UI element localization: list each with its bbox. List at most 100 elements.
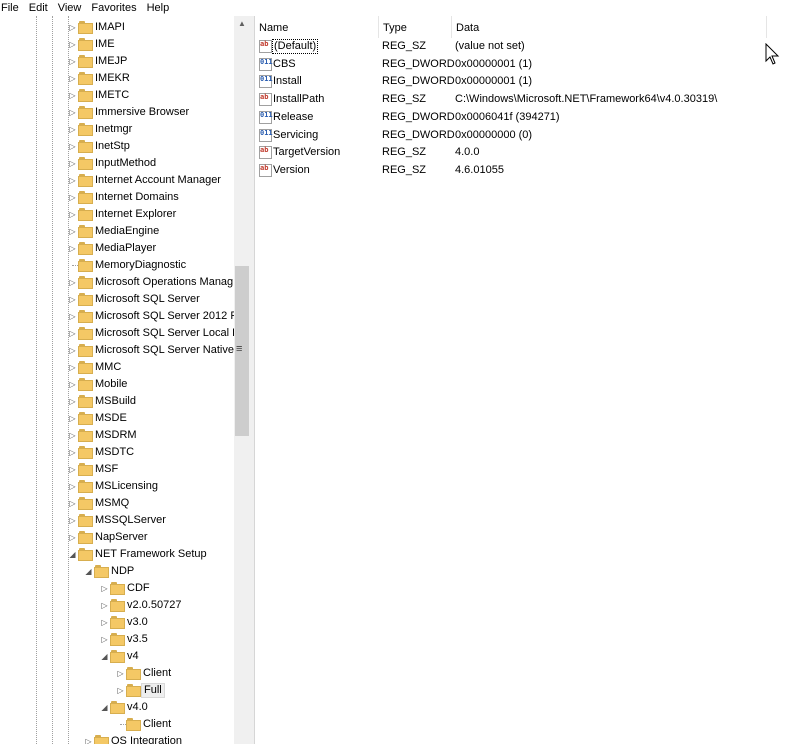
expand-arrow-icon[interactable]: ▷ xyxy=(68,226,77,237)
tree-item[interactable]: ▷ Mobile xyxy=(0,376,234,393)
menu-view[interactable]: View xyxy=(53,0,87,16)
tree-item[interactable]: ▷ Microsoft SQL Server 2012 R xyxy=(0,308,234,325)
column-header-data[interactable]: Data xyxy=(452,16,767,38)
expand-arrow-icon[interactable]: ▷ xyxy=(68,362,77,373)
tree-item[interactable]: ▷ Microsoft SQL Server Native ( xyxy=(0,342,234,359)
tree-item[interactable]: ▷ Internet Domains xyxy=(0,189,234,206)
value-row[interactable]: 011 Release REG_DWORD 0x0006041f (394271) xyxy=(255,109,795,126)
tree-item[interactable]: ▷ MSLicensing xyxy=(0,478,234,495)
tree-item[interactable]: ▷ v3.0 xyxy=(0,614,234,631)
expand-arrow-icon[interactable]: ▷ xyxy=(68,515,77,526)
tree-item[interactable]: ▷ Inetmgr xyxy=(0,121,234,138)
expand-arrow-icon[interactable]: ▷ xyxy=(68,277,77,288)
expand-arrow-icon[interactable]: ▷ xyxy=(116,685,125,696)
expand-arrow-icon[interactable]: ▷ xyxy=(68,158,77,169)
tree-item[interactable]: ▷ MMC xyxy=(0,359,234,376)
expand-arrow-icon[interactable]: ▷ xyxy=(68,464,77,475)
tree-item[interactable]: ▷ IME xyxy=(0,36,234,53)
tree-item[interactable]: ▷ MSF xyxy=(0,461,234,478)
menu-help[interactable]: Help xyxy=(142,0,175,16)
value-row[interactable]: 011 CBS REG_DWORD 0x00000001 (1) xyxy=(255,56,795,73)
tree-item[interactable]: ◢ v4 xyxy=(0,648,234,665)
expand-arrow-icon[interactable]: ▷ xyxy=(100,583,109,594)
tree-item[interactable]: ◢ NDP xyxy=(0,563,234,580)
value-row[interactable]: ab Version REG_SZ 4.6.01055 xyxy=(255,162,795,179)
tree-item[interactable]: ▷ v3.5 xyxy=(0,631,234,648)
tree-item[interactable]: ▷ Client xyxy=(0,665,234,682)
tree-item[interactable]: ▷ IMETC xyxy=(0,87,234,104)
value-row[interactable]: ab TargetVersion REG_SZ 4.0.0 xyxy=(255,144,795,161)
expand-arrow-icon[interactable]: ▷ xyxy=(68,141,77,152)
values-list[interactable]: Name Type Data ab (Default) REG_SZ (value n… xyxy=(254,16,800,744)
tree-item[interactable]: MemoryDiagnostic xyxy=(0,257,234,274)
tree-item[interactable]: Client xyxy=(0,716,234,733)
tree-item[interactable]: ▷ Internet Account Manager xyxy=(0,172,234,189)
tree-item[interactable]: ▷ Immersive Browser xyxy=(0,104,234,121)
value-row[interactable]: ab InstallPath REG_SZ C:\Windows\Microsoft.… xyxy=(255,91,795,108)
expand-arrow-icon[interactable]: ▷ xyxy=(68,124,77,135)
expand-arrow-icon[interactable]: ▷ xyxy=(68,498,77,509)
tree-item[interactable]: ▷ CDF xyxy=(0,580,234,597)
expand-arrow-icon[interactable]: ▷ xyxy=(68,328,77,339)
tree-item[interactable]: ▷ MSMQ xyxy=(0,495,234,512)
scroll-up-arrow-icon[interactable]: ▲ xyxy=(234,16,250,32)
expand-arrow-icon[interactable]: ▷ xyxy=(68,379,77,390)
tree-item[interactable]: ◢ v4.0 xyxy=(0,699,234,716)
expand-arrow-icon[interactable]: ▷ xyxy=(68,107,77,118)
registry-tree[interactable]: ▷ IMAPI ▷ IME ▷ IMEJP ▷ IMEKR ▷ IMETC ▷ Immersive B… xyxy=(0,16,234,744)
tree-item[interactable]: ▷ InetStp xyxy=(0,138,234,155)
tree-item[interactable]: ▷ NapServer xyxy=(0,529,234,546)
column-header-name[interactable]: Name xyxy=(255,16,379,38)
column-header-type[interactable]: Type xyxy=(379,16,452,38)
expand-arrow-icon[interactable]: ▷ xyxy=(68,294,77,305)
expand-arrow-icon[interactable]: ▷ xyxy=(68,209,77,220)
expand-arrow-icon[interactable]: ▷ xyxy=(68,22,77,33)
collapse-arrow-icon[interactable]: ◢ xyxy=(100,702,109,713)
tree-item[interactable]: ▷ Microsoft SQL Server Local D xyxy=(0,325,234,342)
collapse-arrow-icon[interactable]: ◢ xyxy=(84,566,93,577)
value-row[interactable]: ab (Default) REG_SZ (value not set) xyxy=(255,38,795,55)
menu-favorites[interactable]: Favorites xyxy=(86,0,141,16)
tree-item[interactable]: ▷ MSBuild xyxy=(0,393,234,410)
tree-item[interactable]: ▷ Microsoft SQL Server xyxy=(0,291,234,308)
expand-arrow-icon[interactable]: ▷ xyxy=(100,600,109,611)
expand-arrow-icon[interactable]: ▷ xyxy=(68,175,77,186)
tree-item[interactable]: ▷ IMAPI xyxy=(0,19,234,36)
expand-arrow-icon[interactable]: ▷ xyxy=(100,617,109,628)
expand-arrow-icon[interactable]: ▷ xyxy=(68,192,77,203)
tree-item[interactable]: ▷ Internet Explorer xyxy=(0,206,234,223)
tree-item[interactable]: ◢ NET Framework Setup xyxy=(0,546,234,563)
expand-arrow-icon[interactable]: ▷ xyxy=(68,396,77,407)
value-row[interactable]: 011 Servicing REG_DWORD 0x00000000 (0) xyxy=(255,127,795,144)
menu-edit[interactable]: Edit xyxy=(24,0,53,16)
value-row[interactable]: 011 Install REG_DWORD 0x00000001 (1) xyxy=(255,73,795,90)
scrollbar-thumb[interactable]: ≡ xyxy=(235,266,249,436)
tree-item[interactable]: ▷ MSSQLServer xyxy=(0,512,234,529)
expand-arrow-icon[interactable]: ▷ xyxy=(68,413,77,424)
expand-arrow-icon[interactable]: ▷ xyxy=(68,481,77,492)
expand-arrow-icon[interactable]: ▷ xyxy=(116,668,125,679)
tree-item[interactable]: ▷ v2.0.50727 xyxy=(0,597,234,614)
expand-arrow-icon[interactable]: ▷ xyxy=(68,430,77,441)
tree-item[interactable]: ▷ MediaEngine xyxy=(0,223,234,240)
tree-item[interactable]: ▷ Microsoft Operations Manag xyxy=(0,274,234,291)
menu-file[interactable]: File xyxy=(0,0,24,16)
expand-arrow-icon[interactable]: ▷ xyxy=(68,532,77,543)
expand-arrow-icon[interactable]: ▷ xyxy=(68,311,77,322)
expand-arrow-icon[interactable]: ▷ xyxy=(68,90,77,101)
tree-item[interactable]: ▷ MSDRM xyxy=(0,427,234,444)
expand-arrow-icon[interactable]: ▷ xyxy=(68,447,77,458)
tree-item[interactable]: ▷ InputMethod xyxy=(0,155,234,172)
tree-item[interactable]: ▷ MSDTC xyxy=(0,444,234,461)
expand-arrow-icon[interactable]: ▷ xyxy=(68,73,77,84)
tree-item[interactable]: ▷ MediaPlayer xyxy=(0,240,234,257)
expand-arrow-icon[interactable]: ▷ xyxy=(100,634,109,645)
expand-arrow-icon[interactable]: ▷ xyxy=(68,39,77,50)
expand-arrow-icon[interactable]: ▷ xyxy=(68,243,77,254)
tree-item[interactable]: ▷ IMEJP xyxy=(0,53,234,70)
tree-item[interactable]: ▷ MSDE xyxy=(0,410,234,427)
tree-item[interactable]: ▷ OS Integration xyxy=(0,733,234,744)
expand-arrow-icon[interactable]: ▷ xyxy=(68,56,77,67)
tree-scrollbar[interactable]: ▲ ≡ xyxy=(234,16,250,744)
tree-item[interactable]: ▷ Full xyxy=(0,682,234,699)
